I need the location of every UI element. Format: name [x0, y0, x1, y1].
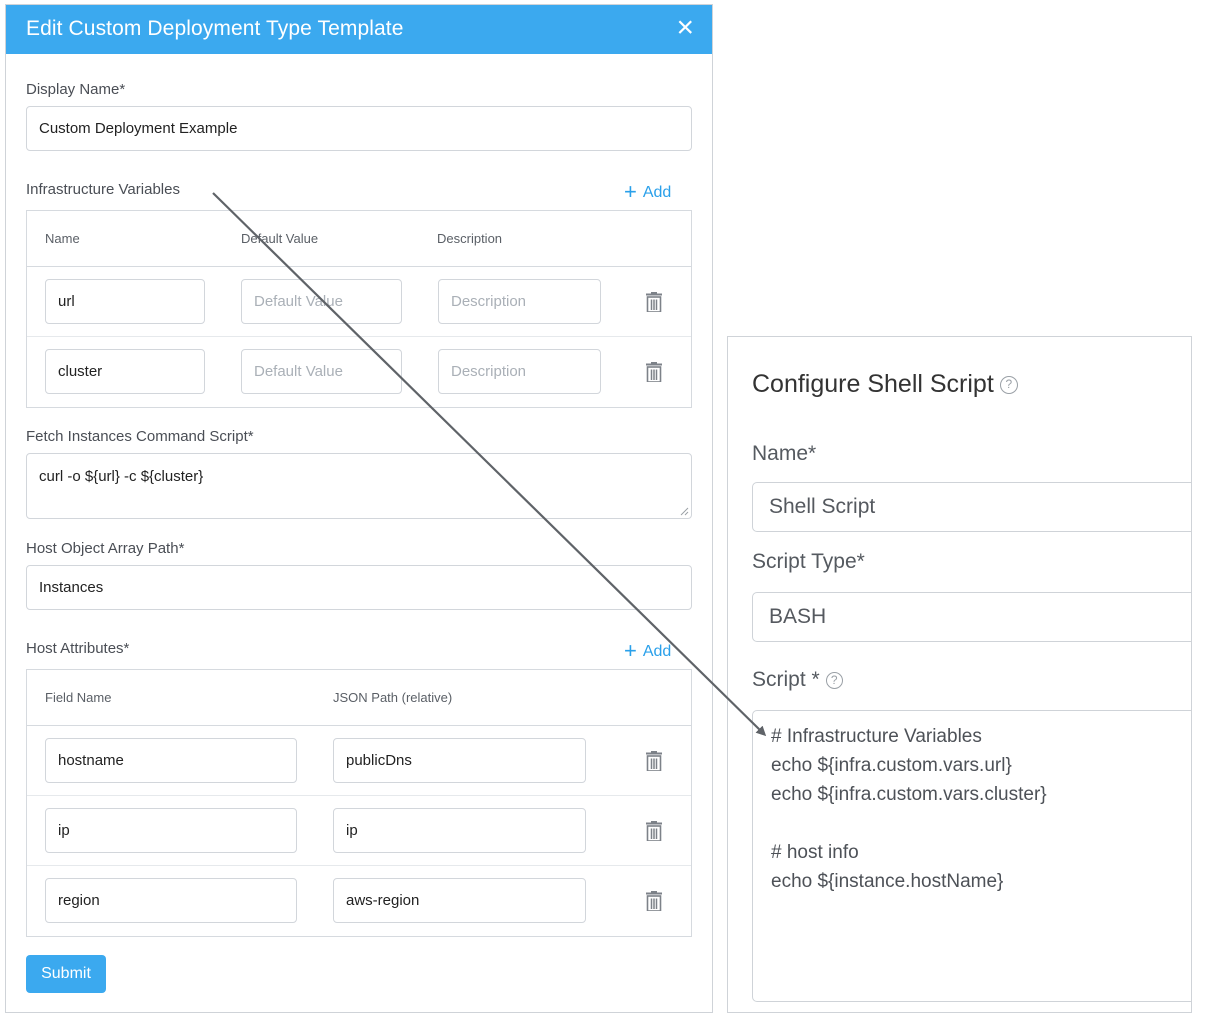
table-row: hostname publicDns	[27, 726, 691, 796]
trash-icon[interactable]	[646, 751, 662, 771]
dialog-header: Edit Custom Deployment Type Template ×	[6, 5, 712, 54]
script-line	[771, 809, 1191, 838]
default-value-input[interactable]: Default Value	[241, 279, 402, 324]
field-name-input[interactable]: region	[45, 878, 297, 923]
trash-icon[interactable]	[646, 821, 662, 841]
trash-icon[interactable]	[646, 362, 662, 382]
script-label-text: Script *	[752, 668, 820, 691]
json-path-input[interactable]: aws-region	[333, 878, 586, 923]
resize-grip-icon[interactable]	[679, 506, 689, 516]
script-line: echo ${infra.custom.vars.cluster}	[771, 784, 1047, 805]
fetch-script-value: curl -o ${url} -c ${cluster}	[39, 468, 204, 485]
fetch-script-textarea[interactable]: curl -o ${url} -c ${cluster}	[26, 453, 692, 519]
add-host-attribute-button[interactable]: + Add	[624, 638, 671, 664]
infra-vars-table: Name Default Value Description url Defau…	[26, 210, 692, 408]
trash-icon[interactable]	[646, 891, 662, 911]
display-name-input[interactable]: Custom Deployment Example	[26, 106, 692, 151]
infra-name-input[interactable]: url	[45, 279, 205, 324]
trash-icon[interactable]	[646, 292, 662, 312]
submit-button[interactable]: Submit	[26, 955, 106, 993]
help-icon[interactable]: ?	[825, 672, 843, 689]
field-name-input[interactable]: hostname	[45, 738, 297, 783]
add-infra-var-button[interactable]: + Add	[624, 179, 671, 205]
table-row: ip ip	[27, 796, 691, 866]
plus-icon: +	[624, 179, 637, 204]
panel-title-text: Configure Shell Script	[752, 370, 994, 398]
close-icon[interactable]: ×	[676, 13, 694, 43]
script-type-label: Script Type*	[752, 550, 865, 573]
name-input[interactable]: Shell Script	[752, 482, 1191, 532]
column-header-default-value: Default Value	[241, 231, 319, 246]
host-attributes-table: Field Name JSON Path (relative) hostname…	[26, 669, 692, 937]
name-label: Name*	[752, 442, 817, 465]
table-row: cluster Default Value Description	[27, 337, 691, 407]
plus-icon: +	[624, 638, 637, 663]
table-row: url Default Value Description	[27, 267, 691, 337]
panel-title: Configure Shell Script?	[752, 370, 1018, 399]
column-header-description: Description	[437, 231, 503, 246]
script-type-select[interactable]: BASH	[752, 592, 1191, 642]
script-line: echo ${infra.custom.vars.url}	[771, 755, 1012, 776]
script-line: # host info	[771, 842, 859, 863]
default-value-input[interactable]: Default Value	[241, 349, 402, 394]
dialog-title: Edit Custom Deployment Type Template	[26, 17, 404, 40]
infra-name-input[interactable]: cluster	[45, 349, 205, 394]
script-label: Script *?	[752, 668, 843, 692]
script-line: echo ${instance.hostName}	[771, 871, 1004, 892]
fetch-script-label: Fetch Instances Command Script*	[26, 428, 254, 445]
table-header: Name Default Value Description	[27, 211, 691, 267]
host-array-input[interactable]: Instances	[26, 565, 692, 610]
script-line: # Infrastructure Variables	[771, 726, 982, 747]
help-icon[interactable]: ?	[999, 376, 1018, 394]
host-attributes-label: Host Attributes*	[26, 640, 130, 657]
edit-template-dialog: Edit Custom Deployment Type Template × D…	[5, 4, 713, 1013]
host-array-label: Host Object Array Path*	[26, 540, 185, 557]
description-input[interactable]: Description	[438, 279, 601, 324]
column-header-json-path: JSON Path (relative)	[333, 690, 453, 705]
configure-shell-script-panel: Configure Shell Script? Name* Shell Scri…	[727, 336, 1192, 1013]
column-header-field-name: Field Name	[45, 690, 112, 705]
column-header-name: Name	[45, 231, 80, 246]
add-label: Add	[642, 643, 672, 660]
display-name-label: Display Name*	[26, 81, 126, 98]
json-path-input[interactable]: publicDns	[333, 738, 586, 783]
json-path-input[interactable]: ip	[333, 808, 586, 853]
field-name-input[interactable]: ip	[45, 808, 297, 853]
infra-vars-label: Infrastructure Variables	[26, 181, 180, 198]
description-input[interactable]: Description	[438, 349, 601, 394]
script-editor[interactable]: # Infrastructure Variables echo ${infra.…	[752, 710, 1191, 1002]
table-row: region aws-region	[27, 866, 691, 936]
table-header: Field Name JSON Path (relative)	[27, 670, 691, 726]
add-label: Add	[642, 184, 672, 201]
